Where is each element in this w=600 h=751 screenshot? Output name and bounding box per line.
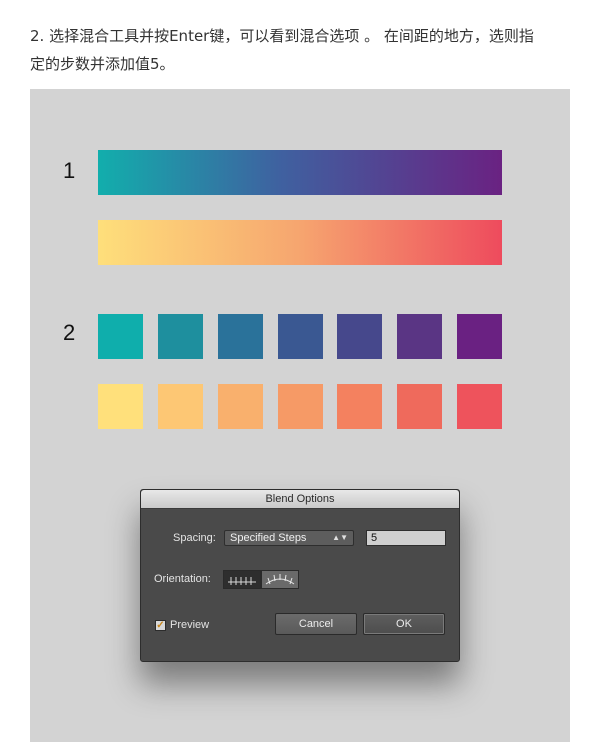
cool-square [337, 314, 383, 359]
dialog-title: Blend Options [141, 490, 459, 509]
warm-square [397, 384, 443, 429]
warm-square [277, 384, 323, 429]
preview-label: Preview [170, 619, 210, 631]
caption-line-2: 定的步数并添加值5。 [30, 55, 175, 73]
blend-options-dialog: Blend Options Spacing: Specified Steps ▲… [140, 489, 460, 662]
warm-square [98, 384, 143, 429]
cancel-button[interactable]: Cancel [275, 613, 357, 635]
align-to-page-button[interactable] [223, 570, 261, 589]
ok-button[interactable]: OK [363, 613, 445, 635]
checkmark-icon: ✓ [156, 620, 165, 631]
cool-square [397, 314, 443, 359]
warm-square [337, 384, 383, 429]
artboard: 1 2 Blend Options Spacing: Specified Ste… [30, 89, 570, 742]
preview-checkbox[interactable]: ✓ [155, 620, 166, 631]
teal-purple-gradient-bar [98, 150, 502, 195]
cool-square [98, 314, 143, 359]
warm-square [217, 384, 263, 429]
align-to-path-icon [265, 574, 295, 585]
warm-squares-row [98, 384, 502, 429]
select-arrows-icon: ▲▼ [332, 533, 348, 542]
label-one: 1 [63, 158, 76, 183]
caption-line-1: 2. 选择混合工具并按Enter键，可以看到混合选项 。 在间距的地方，选则指 [30, 27, 534, 45]
align-to-path-button[interactable] [261, 570, 299, 589]
align-to-page-icon [228, 577, 256, 585]
step-caption: 2. 选择混合工具并按Enter键，可以看到混合选项 。 在间距的地方，选则指 … [30, 22, 578, 78]
cool-square [157, 314, 203, 359]
cool-square [217, 314, 263, 359]
steps-input[interactable]: 5 [366, 530, 446, 546]
yellow-red-gradient-bar [98, 220, 502, 265]
spacing-select-value: Specified Steps [230, 532, 307, 544]
label-two: 2 [63, 320, 76, 345]
spacing-label: Spacing: [173, 532, 216, 544]
spacing-select[interactable]: Specified Steps ▲▼ [224, 530, 354, 546]
orientation-label: Orientation: [154, 573, 211, 585]
cool-square [457, 314, 502, 359]
warm-square [457, 384, 502, 429]
cool-squares-row [98, 314, 502, 359]
warm-square [157, 384, 203, 429]
cool-square [277, 314, 323, 359]
